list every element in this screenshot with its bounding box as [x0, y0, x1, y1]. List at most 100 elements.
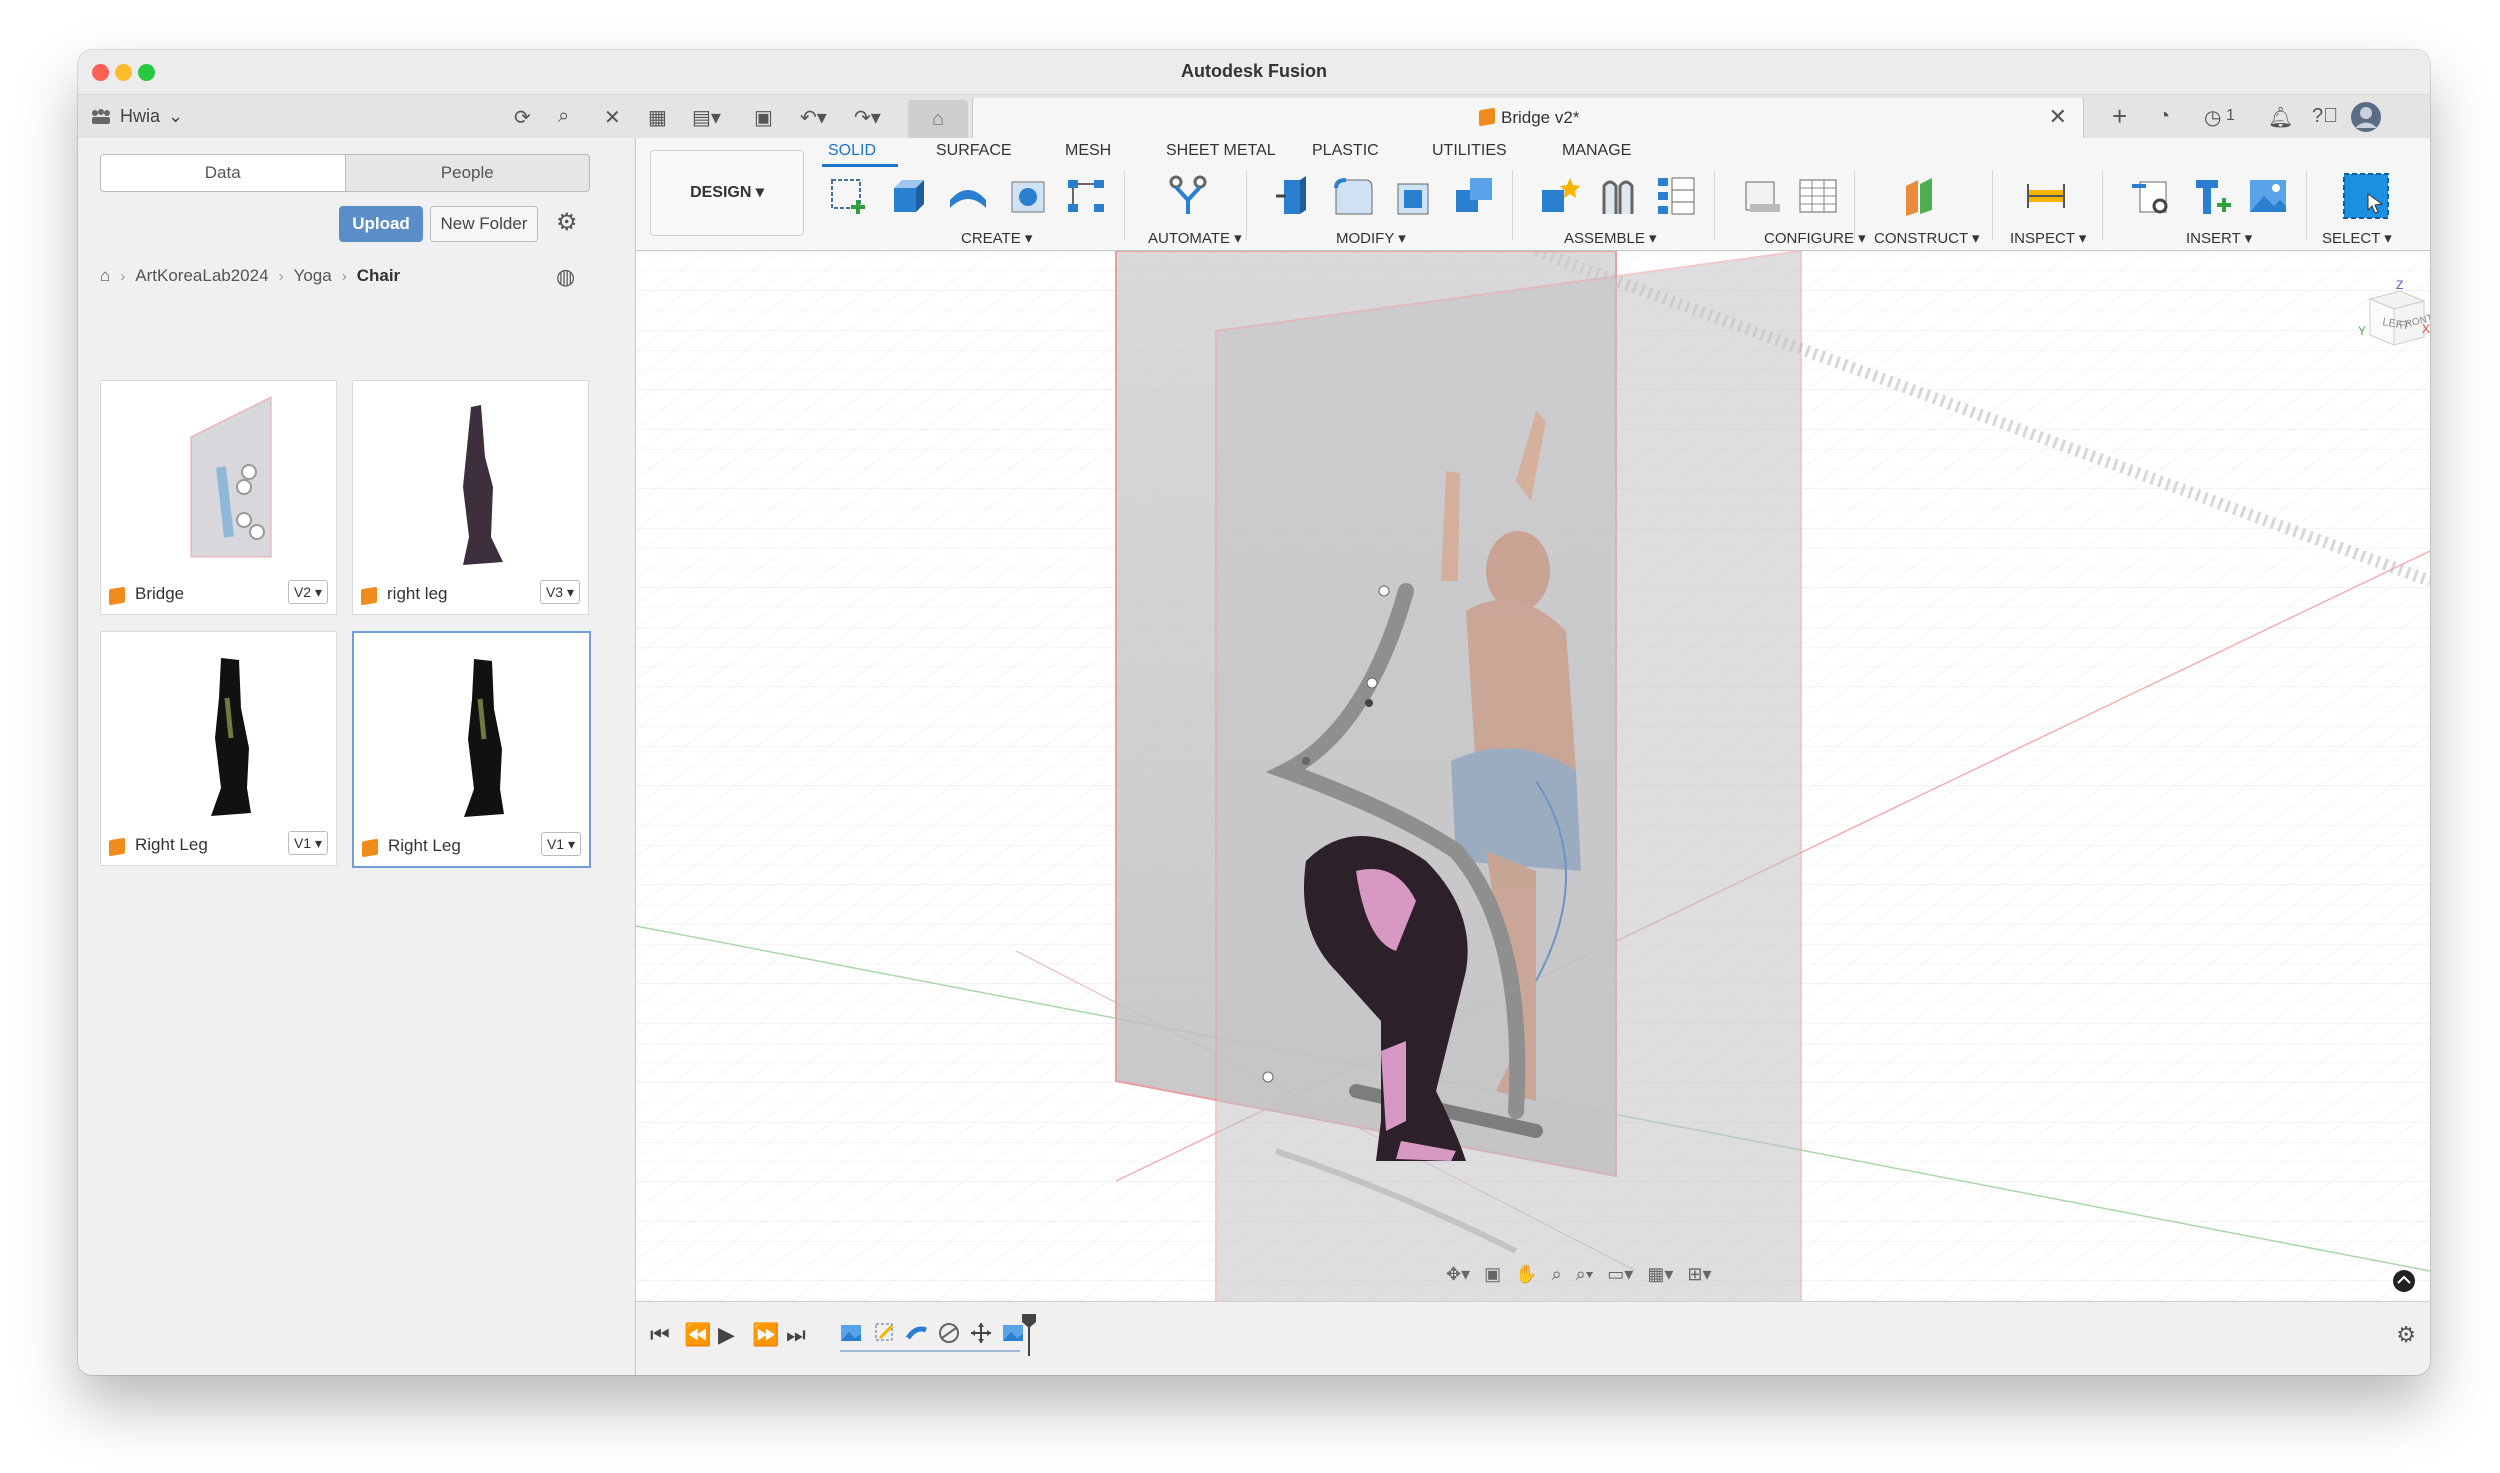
comments-icon[interactable] [2392, 1269, 2416, 1293]
file-card[interactable]: right leg V3 ▾ [352, 380, 589, 615]
job-status-icon[interactable]: ◷ [2204, 105, 2221, 130]
bill-of-materials-icon[interactable] [1654, 174, 1698, 218]
timeline-canvas-icon[interactable] [840, 1322, 862, 1344]
group-automate[interactable]: AUTOMATE ▾ [1148, 229, 1242, 247]
3d-viewport[interactable]: LEFT FRONT Z Y X ✥▾ ▣ ✋ ⌕ ⌕▾ ▭▾ ▦▾ ⊞▾ [636, 251, 2430, 1301]
offset-plane-icon[interactable] [1898, 174, 1942, 218]
save-icon[interactable]: ▣ [754, 105, 773, 130]
document-tab[interactable]: Bridge v2* ✕ [972, 98, 2084, 138]
new-folder-button[interactable]: New Folder [430, 206, 538, 242]
team-selector[interactable]: Hwia ⌄ [90, 106, 183, 127]
create-sketch-icon[interactable] [826, 174, 870, 218]
workspace-switcher[interactable]: DESIGN ▾ [650, 150, 804, 236]
sketch-point[interactable] [1378, 585, 1390, 597]
orbit-icon[interactable]: ✥▾ [1446, 1264, 1470, 1285]
apps-grid-icon[interactable]: ▦ [648, 105, 667, 130]
sketch-point[interactable] [1366, 677, 1378, 689]
extrude-icon[interactable] [886, 174, 930, 218]
step-forward-icon[interactable]: ⏩ [752, 1322, 779, 1348]
group-insert[interactable]: INSERT ▾ [2186, 229, 2252, 247]
group-assemble[interactable]: ASSEMBLE ▾ [1564, 229, 1657, 247]
globe-icon[interactable]: ◍ [556, 264, 575, 290]
joint-icon[interactable] [1596, 174, 1640, 218]
version-dropdown[interactable]: V1 ▾ [288, 831, 328, 855]
group-inspect[interactable]: INSPECT ▾ [2010, 229, 2086, 247]
shell-icon[interactable] [1392, 174, 1436, 218]
tab-mesh[interactable]: MESH [1065, 142, 1111, 160]
home-icon[interactable]: ⌂ [100, 266, 110, 286]
insert-derive-icon[interactable] [2130, 174, 2174, 218]
look-at-icon[interactable]: ▣ [1484, 1264, 1501, 1285]
new-tab-icon[interactable]: + [2112, 101, 2127, 132]
tab-solid[interactable]: SOLID [828, 142, 876, 160]
breadcrumb-item[interactable]: Yoga [294, 266, 332, 286]
select-icon[interactable] [2340, 170, 2392, 222]
settings-gear-icon[interactable]: ⚙ [556, 208, 578, 237]
fit-icon[interactable]: ⌕▾ [1576, 1264, 1594, 1285]
configuration-table-icon[interactable] [1796, 174, 1840, 218]
combine-icon[interactable] [1452, 174, 1496, 218]
timeline-move-icon[interactable] [970, 1322, 992, 1344]
upload-button[interactable]: Upload [339, 206, 423, 242]
step-back-icon[interactable]: ⏪ [684, 1322, 711, 1348]
hole-icon[interactable] [1006, 174, 1050, 218]
display-settings-icon[interactable]: ▭▾ [1607, 1264, 1633, 1285]
timeline-settings-gear-icon[interactable]: ⚙ [2396, 1322, 2416, 1348]
tab-sheet-metal[interactable]: SHEET METAL [1166, 142, 1276, 160]
help-icon[interactable]: ?⃝ [2312, 105, 2338, 128]
play-icon[interactable]: ▶ [718, 1322, 735, 1348]
search-icon[interactable]: ⌕ [558, 105, 569, 128]
timeline-canvas-icon[interactable] [1002, 1322, 1024, 1344]
refresh-icon[interactable]: ⟳ [514, 105, 531, 130]
group-configure[interactable]: CONFIGURE ▾ [1764, 229, 1866, 247]
version-dropdown[interactable]: V1 ▾ [541, 832, 581, 856]
tab-utilities[interactable]: UTILITIES [1432, 142, 1507, 160]
sketch-point[interactable] [1302, 757, 1310, 765]
close-icon[interactable]: ✕ [604, 105, 621, 130]
tab-surface[interactable]: SURFACE [936, 142, 1012, 160]
pan-icon[interactable]: ✋ [1515, 1264, 1537, 1285]
timeline-plane-icon[interactable] [938, 1322, 960, 1344]
timeline-marker[interactable] [1022, 1314, 1036, 1356]
group-create[interactable]: CREATE ▾ [961, 229, 1032, 247]
version-dropdown[interactable]: V2 ▾ [288, 580, 328, 604]
sketch-point[interactable] [1262, 1071, 1274, 1083]
file-menu-icon[interactable]: ▤▾ [692, 105, 721, 130]
redo-icon[interactable]: ↷▾ [854, 105, 881, 130]
insert-mcmaster-icon[interactable] [2188, 174, 2232, 218]
breadcrumb-item[interactable]: ArtKoreaLab2024 [135, 266, 268, 286]
timeline-sketch-icon[interactable] [874, 1322, 896, 1344]
file-card[interactable]: Bridge V2 ▾ [100, 380, 337, 615]
canvas-image-icon[interactable] [2246, 174, 2290, 218]
zoom-icon[interactable]: ⌕ [1552, 1264, 1562, 1285]
fillet-icon[interactable] [1332, 174, 1376, 218]
revolve-icon[interactable] [946, 174, 990, 218]
tab-manage[interactable]: MANAGE [1562, 142, 1631, 160]
viewports-icon[interactable]: ⊞▾ [1687, 1264, 1711, 1285]
canvas-scene[interactable] [636, 251, 2430, 1301]
tab-plastic[interactable]: PLASTIC [1312, 142, 1379, 160]
notifications-icon[interactable]: 🔔︎ [2268, 105, 2293, 130]
home-tab[interactable]: ⌂ [908, 100, 968, 138]
group-construct[interactable]: CONSTRUCT ▾ [1874, 229, 1980, 247]
close-tab-icon[interactable]: ✕ [2049, 104, 2067, 130]
press-pull-icon[interactable] [1272, 174, 1316, 218]
go-to-end-icon[interactable]: ⏭ [786, 1322, 806, 1348]
group-modify[interactable]: MODIFY ▾ [1336, 229, 1406, 247]
tab-data[interactable]: Data [101, 155, 346, 191]
automate-icon[interactable] [1166, 174, 1210, 218]
grid-settings-icon[interactable]: ▦▾ [1647, 1264, 1673, 1285]
sketch-point[interactable] [1365, 699, 1373, 707]
viewcube[interactable]: LEFT FRONT Z Y X [2356, 277, 2430, 367]
measure-icon[interactable] [2024, 174, 2068, 218]
user-avatar[interactable] [2350, 101, 2382, 133]
go-to-start-icon[interactable]: ⏮ [650, 1322, 670, 1348]
file-card-selected[interactable]: Right Leg V1 ▾ [352, 631, 591, 868]
online-status-icon[interactable]: ◔ [2158, 105, 2170, 128]
pattern-icon[interactable] [1064, 174, 1108, 218]
undo-icon[interactable]: ↶▾ [800, 105, 827, 130]
timeline-sweep-icon[interactable] [906, 1322, 928, 1344]
new-component-icon[interactable] [1538, 174, 1582, 218]
file-card[interactable]: Right Leg V1 ▾ [100, 631, 337, 866]
configure-icon[interactable] [1740, 174, 1784, 218]
